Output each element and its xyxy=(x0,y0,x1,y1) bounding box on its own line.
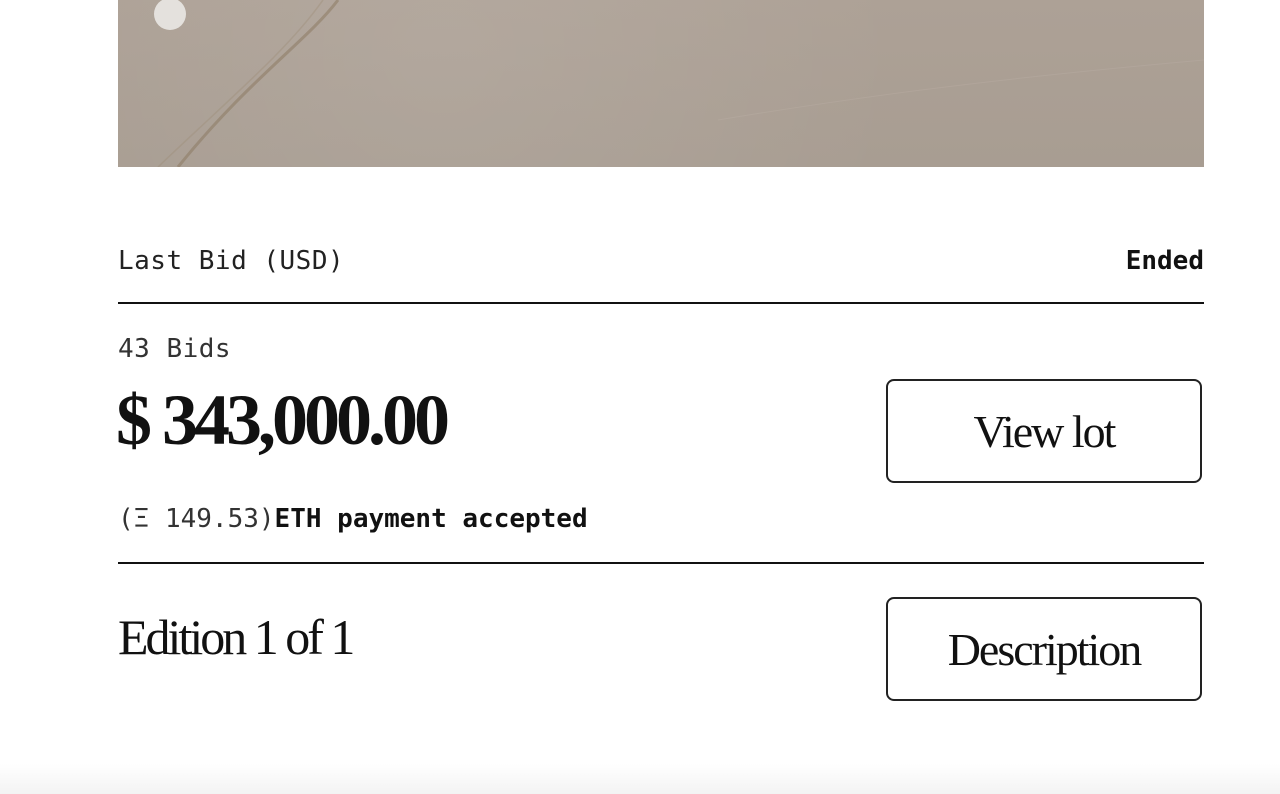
eth-price-row: (Ξ 149.53)ETH payment accepted xyxy=(118,504,588,534)
last-bid-label: Last Bid (USD) xyxy=(118,246,345,276)
artwork-highlight-spot xyxy=(154,0,186,30)
eth-payment-note: ETH payment accepted xyxy=(274,504,588,534)
description-button[interactable]: Description xyxy=(886,597,1202,701)
last-bid-price: $ 343,000.00 xyxy=(116,380,450,460)
edition-label: Edition 1 of 1 xyxy=(118,609,355,665)
status-badge: Ended xyxy=(1125,246,1204,276)
artwork-image xyxy=(118,0,1204,167)
divider-bottom xyxy=(118,562,1204,564)
last-bid-header: Last Bid (USD) Ended xyxy=(118,244,1204,280)
divider-top xyxy=(118,302,1204,304)
bottom-fade xyxy=(0,764,1280,794)
view-lot-button[interactable]: View lot xyxy=(886,379,1202,483)
artwork-texture xyxy=(154,0,1204,167)
bid-count: 43 Bids xyxy=(118,334,232,364)
auction-card: Last Bid (USD) Ended 43 Bids $ 343,000.0… xyxy=(0,0,1280,794)
eth-amount: (Ξ 149.53) xyxy=(118,504,275,534)
